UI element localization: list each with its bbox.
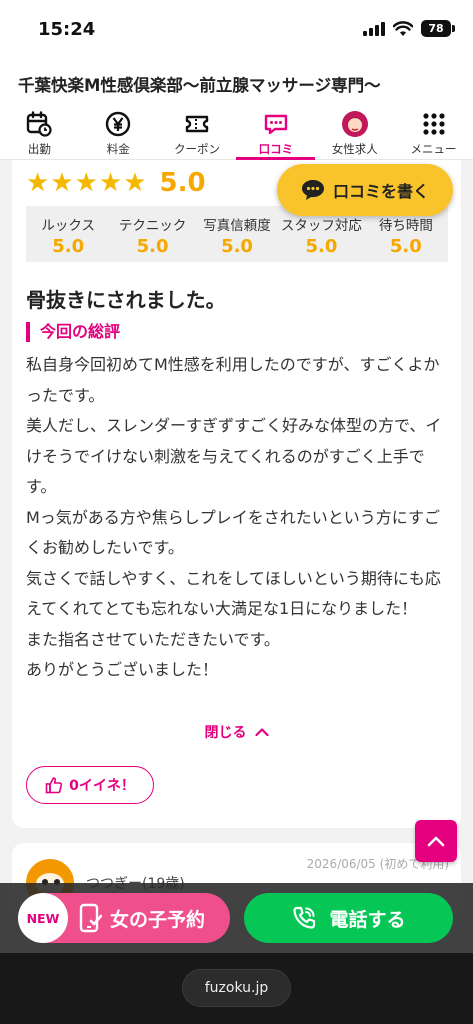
chevron-up-icon bbox=[427, 836, 445, 847]
score-value: 5.0 bbox=[136, 236, 169, 257]
score-value: 5.0 bbox=[221, 236, 253, 257]
shop-title[interactable]: 千葉快楽M性感倶楽部〜前立腺マッサージ専門〜 bbox=[18, 72, 381, 96]
phone-check-icon bbox=[79, 903, 102, 933]
nav-item-menu[interactable]: メニュー bbox=[394, 106, 473, 160]
review-card: ★★★★★ 5.0 口コミを書く ルックス 5.0 テクニック 5.0 写真信頼… bbox=[12, 160, 461, 828]
chat-bubble-icon bbox=[301, 180, 324, 200]
reserve-button[interactable]: NEW 女の子予約 bbox=[18, 893, 230, 943]
review-paragraph: 私自身今回初めてM性感を利用したのですが、すごくよかったです。 bbox=[26, 355, 440, 405]
score-label: 待ち時間 bbox=[378, 218, 433, 234]
score-photo-reliability: 写真信頼度 5.0 bbox=[195, 206, 279, 262]
section-label: 今回の総評 bbox=[26, 322, 120, 342]
browser-bar: fuzoku.jp bbox=[0, 953, 473, 1024]
like-button[interactable]: 0イイネ！ bbox=[26, 766, 154, 804]
battery-icon: 78 bbox=[421, 20, 455, 37]
write-review-label: 口コミを書く bbox=[332, 182, 429, 201]
star-rating: ★★★★★ bbox=[26, 168, 148, 198]
nav-label: 出勤 bbox=[27, 142, 51, 156]
site-header: 千葉快楽M性感倶楽部〜前立腺マッサージ専門〜 出勤 料金 クーポン 口コミ 女性… bbox=[0, 60, 473, 160]
chevron-up-icon bbox=[254, 728, 269, 737]
calendar-icon bbox=[25, 110, 53, 138]
nav-label: 料金 bbox=[106, 142, 130, 156]
review-paragraph: 気さくで話しやすく、これをしてほしいという期待にも応えてくれてとても忘れない大満… bbox=[26, 568, 441, 619]
nav-item-reviews[interactable]: 口コミ bbox=[236, 106, 316, 160]
reserve-inner: 女の子予約 bbox=[78, 893, 205, 943]
call-button[interactable]: 電話する bbox=[244, 893, 453, 943]
status-time: 15:24 bbox=[38, 19, 96, 40]
avatar-icon bbox=[341, 110, 369, 138]
like-label: 0イイネ！ bbox=[69, 778, 135, 794]
cta-bar: NEW 女の子予約 電話する bbox=[0, 883, 473, 953]
review-body: 私自身今回初めてM性感を利用したのですが、すごくよかったです。 美人だし、スレン… bbox=[26, 350, 446, 686]
nav-item-shift[interactable]: 出勤 bbox=[0, 106, 79, 160]
phone-icon bbox=[293, 906, 316, 929]
overall-score: 5.0 bbox=[159, 168, 206, 198]
nav-label: 口コミ bbox=[258, 142, 294, 156]
rating-row: ★★★★★ 5.0 bbox=[26, 168, 206, 198]
score-value: 5.0 bbox=[305, 236, 338, 257]
score-technique: テクニック 5.0 bbox=[110, 206, 194, 262]
score-label: テクニック bbox=[118, 218, 187, 234]
score-value: 5.0 bbox=[52, 236, 85, 257]
call-label: 電話する bbox=[329, 908, 406, 931]
new-badge: NEW bbox=[18, 893, 68, 943]
score-value: 5.0 bbox=[389, 236, 422, 257]
chat-icon bbox=[262, 110, 290, 138]
nav-label: メニュー bbox=[410, 142, 457, 156]
review-paragraph: 美人だし、スレンダーすぎずすごく好みな体型の方で、イけそうでイけない刺激を与えて… bbox=[26, 416, 442, 496]
review-paragraph: Mっ気がある方や焦らしプレイをされたいという方にすごくお勧めしたいです。 bbox=[26, 507, 440, 558]
nav-item-coupon[interactable]: クーポン bbox=[158, 106, 237, 160]
score-label: スタッフ対応 bbox=[280, 218, 362, 234]
scroll-to-top-button[interactable] bbox=[415, 820, 457, 862]
status-bar: 15:24 78 bbox=[0, 0, 473, 60]
status-icons: 78 bbox=[363, 20, 455, 37]
yen-icon bbox=[104, 110, 132, 138]
nav-label: クーポン bbox=[174, 142, 221, 156]
review-paragraph: ありがとうございました！ bbox=[26, 660, 219, 679]
score-label: ルックス bbox=[41, 218, 95, 234]
thumbs-up-icon bbox=[45, 777, 63, 794]
grid-menu-icon bbox=[420, 110, 448, 138]
review-paragraph: また指名させていただきたいです。 bbox=[26, 629, 280, 649]
signal-icon bbox=[363, 21, 385, 36]
reserve-label: 女の子予約 bbox=[110, 908, 206, 931]
coupon-icon bbox=[183, 110, 211, 138]
nav-bar: 出勤 料金 クーポン 口コミ 女性求人 メニュー bbox=[0, 106, 473, 160]
write-review-button[interactable]: 口コミを書く bbox=[277, 164, 453, 216]
score-label: 写真信頼度 bbox=[203, 218, 271, 234]
nav-label: 女性求人 bbox=[331, 142, 378, 156]
nav-item-recruit[interactable]: 女性求人 bbox=[315, 106, 394, 160]
close-review-link[interactable]: 閉じる bbox=[12, 722, 461, 742]
close-label: 閉じる bbox=[204, 725, 247, 741]
score-looks: ルックス 5.0 bbox=[26, 206, 110, 262]
wifi-icon bbox=[393, 20, 413, 36]
nav-item-price[interactable]: 料金 bbox=[79, 106, 158, 160]
url-bar[interactable]: fuzoku.jp bbox=[182, 969, 291, 1007]
review-title: 骨抜きにされました。 bbox=[26, 288, 226, 312]
